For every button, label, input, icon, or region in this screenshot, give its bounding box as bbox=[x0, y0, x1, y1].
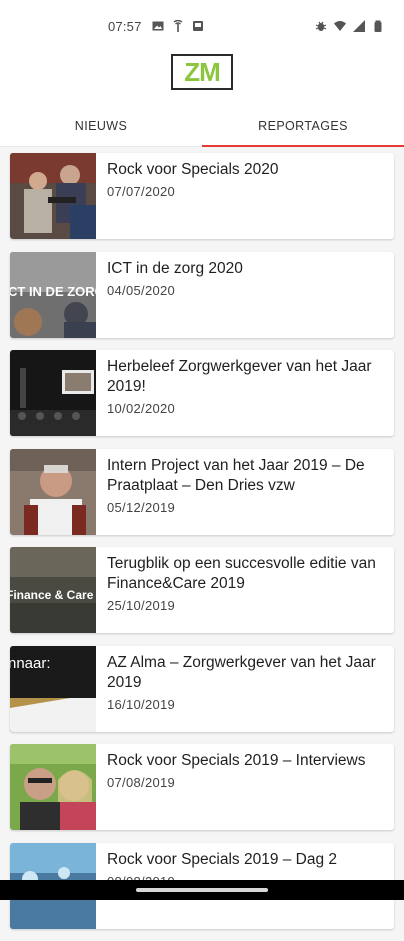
thumb-caption: Finance & Care bbox=[10, 588, 94, 602]
article-title: ICT in de zorg 2020 bbox=[107, 259, 243, 277]
gallery-icon bbox=[193, 21, 203, 31]
status-bar: 07:57 bbox=[0, 0, 404, 52]
article-thumbnail: nnaar: bbox=[10, 645, 96, 732]
app-logo: ZM bbox=[171, 54, 233, 90]
home-gesture-handle[interactable] bbox=[136, 888, 268, 892]
article-title: Intern Project van het Jaar 2019 – De Pr… bbox=[107, 456, 365, 494]
article-title: Terugblik op een succesvolle editie van … bbox=[107, 555, 376, 592]
article-card[interactable]: Rock voor Specials 2020 07/07/2020 bbox=[10, 153, 394, 239]
article-card[interactable]: Rock voor Specials 2019 – Interviews 07/… bbox=[10, 744, 394, 830]
article-date: 05/12/2019 bbox=[107, 499, 176, 515]
article-title: Herbeleef Zorgwerkgever van het Jaar 201… bbox=[107, 358, 372, 395]
bug-icon bbox=[315, 21, 327, 31]
article-date: 25/10/2019 bbox=[107, 598, 176, 613]
article-thumbnail: CT IN DE ZORG bbox=[10, 251, 96, 338]
article-thumbnail bbox=[10, 153, 96, 239]
article-thumbnail bbox=[10, 744, 96, 830]
article-date: 07/07/2020 bbox=[107, 184, 176, 199]
article-title: Rock voor Specials 2019 – Dag 2 bbox=[107, 850, 338, 868]
article-thumbnail bbox=[10, 350, 96, 436]
battery-icon bbox=[374, 20, 382, 32]
tab-nieuws[interactable]: NIEUWS bbox=[0, 104, 202, 147]
article-title: AZ Alma – Zorgwerkgever van het Jaar 201… bbox=[107, 653, 376, 691]
article-date: 07/08/2019 bbox=[107, 775, 176, 790]
article-list[interactable]: Rock voor Specials 2020 07/07/2020 CT IN… bbox=[10, 153, 394, 941]
tab-label: REPORTAGES bbox=[258, 118, 348, 133]
thumb-caption: CT IN DE ZORG bbox=[10, 284, 96, 299]
article-card[interactable]: CT IN DE ZORG ICT in de zorg 2020 04/05/… bbox=[10, 251, 394, 338]
article-title: Rock voor Specials 2019 – Interviews bbox=[107, 752, 366, 769]
tab-divider bbox=[0, 146, 202, 147]
article-card[interactable]: Herbeleef Zorgwerkgever van het Jaar 201… bbox=[10, 350, 394, 436]
article-card[interactable]: Finance & Care Terugblik op een succesvo… bbox=[10, 547, 394, 633]
wifi-icon bbox=[334, 21, 346, 31]
tab-reportages[interactable]: REPORTAGES bbox=[202, 104, 404, 147]
signal-icon bbox=[353, 20, 365, 32]
article-date: 16/10/2019 bbox=[107, 696, 176, 712]
status-time: 07:57 bbox=[108, 19, 142, 34]
app-header: ZM NIEUWS REPORTAGES bbox=[0, 52, 404, 147]
antenna-icon bbox=[173, 20, 183, 32]
article-thumbnail: Finance & Care bbox=[10, 547, 96, 633]
article-title: Rock voor Specials 2020 bbox=[107, 161, 279, 178]
article-date: 10/02/2020 bbox=[107, 401, 176, 416]
article-date: 04/05/2020 bbox=[107, 282, 176, 298]
image-icon bbox=[152, 21, 164, 31]
logo-text: ZM bbox=[184, 57, 221, 87]
tab-label: NIEUWS bbox=[74, 118, 128, 133]
system-nav-bar bbox=[0, 880, 404, 900]
tab-bar: NIEUWS REPORTAGES bbox=[0, 104, 404, 147]
article-card[interactable]: nnaar: AZ Alma – Zorgwerkgever van het J… bbox=[10, 645, 394, 732]
thumb-caption: nnaar: bbox=[10, 655, 51, 672]
article-card[interactable]: Intern Project van het Jaar 2019 – De Pr… bbox=[10, 448, 394, 535]
article-thumbnail bbox=[10, 448, 96, 535]
